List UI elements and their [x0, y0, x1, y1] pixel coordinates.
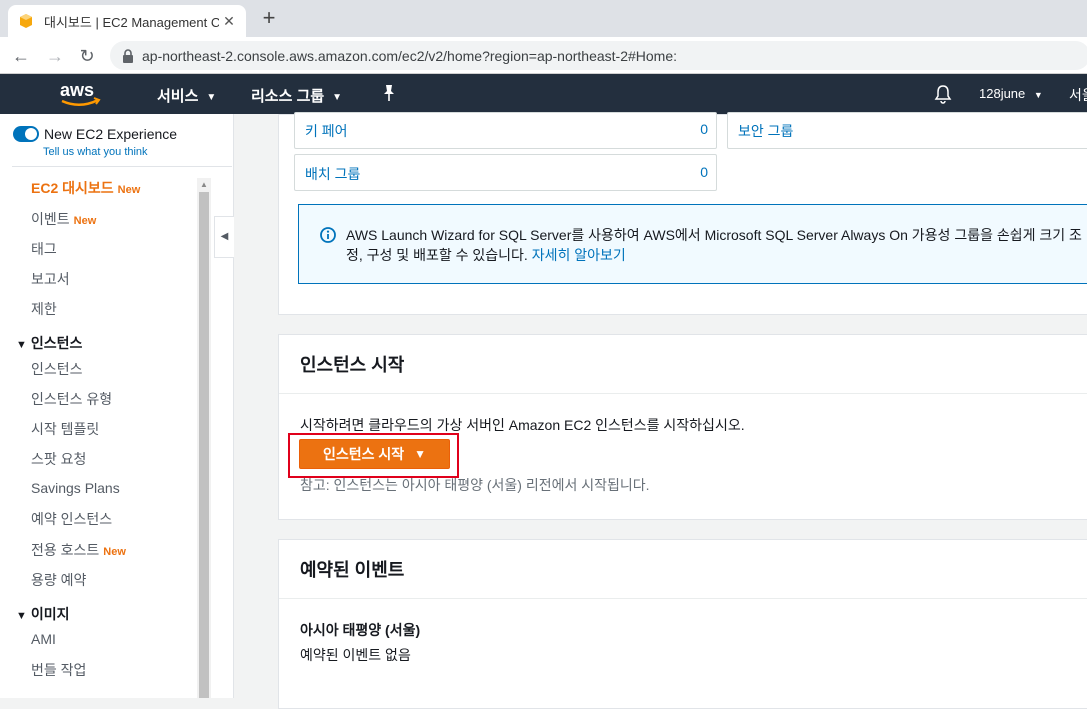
sidebar-item-launch-templates[interactable]: 시작 템플릿 — [31, 419, 99, 439]
sidebar-divider — [12, 166, 232, 167]
launch-description: 시작하려면 클라우드의 가상 서버인 Amazon EC2 인스턴스를 시작하십… — [300, 417, 745, 433]
chevron-down-icon: ▼ — [332, 91, 343, 103]
resource-count: 0 — [700, 121, 708, 137]
info-line-1: AWS Launch Wizard for SQL Server를 사용하여 A… — [346, 227, 1082, 243]
sidebar-item-savings-plans[interactable]: Savings Plans — [31, 480, 120, 496]
resource-security-groups[interactable]: 보안 그룹 — [727, 112, 1087, 149]
services-label: 서비스 — [157, 88, 199, 105]
info-icon — [320, 227, 336, 243]
sidebar-scrollbar[interactable]: ▲ — [197, 178, 211, 698]
new-experience-toggle-row[interactable]: New EC2 Experience — [13, 126, 177, 142]
aws-top-nav: aws 서비스 ▼ 리소스 그룹 ▼ 128june ▼ 서울 — [0, 74, 1087, 114]
browser-tabstrip: 대시보드 | EC2 Management Co ✕ + — [0, 0, 1087, 37]
sidebar-item-dashboard[interactable]: EC2 대시보드 New — [31, 178, 140, 198]
section-title: 이미지 — [30, 606, 70, 622]
no-events-text: 예약된 이벤트 없음 — [300, 647, 411, 663]
bell-icon[interactable] — [934, 84, 952, 104]
sidebar-item-tags[interactable]: 태그 — [31, 239, 57, 259]
region-menu[interactable]: 서울 — [1069, 85, 1087, 105]
chevron-down-icon: ▼ — [1033, 90, 1043, 100]
resource-label: 배치 그룹 — [305, 166, 361, 182]
new-badge: New — [73, 215, 97, 227]
pin-icon[interactable] — [381, 84, 397, 102]
collapse-sidebar-button[interactable]: ◀ — [214, 216, 234, 258]
resource-count: 0 — [700, 164, 708, 180]
resource-label: 키 페어 — [305, 123, 348, 139]
lock-icon — [123, 48, 133, 63]
sidebar-item-label: 전용 호스트 — [31, 542, 100, 558]
svg-text:aws: aws — [60, 80, 94, 100]
reload-icon[interactable]: ↻ — [76, 45, 98, 67]
new-badge: New — [103, 546, 126, 558]
caret-down-icon: ▼ — [414, 447, 427, 461]
account-menu[interactable]: 128june ▼ — [979, 86, 1043, 101]
close-tab-icon[interactable]: ✕ — [220, 12, 238, 30]
caret-down-icon: ▼ — [16, 339, 27, 351]
launch-note: 참고: 인스턴스는 아시아 태평양 (서울) 리전에서 시작됩니다. — [300, 477, 650, 493]
sidebar-item-capacity-reservations[interactable]: 용량 예약 — [31, 570, 86, 590]
sidebar-item-spot-requests[interactable]: 스팟 요청 — [31, 449, 86, 469]
sidebar-item-limits[interactable]: 제한 — [31, 299, 57, 319]
feedback-link[interactable]: Tell us what you think — [43, 146, 148, 158]
address-bar[interactable]: ap-northeast-2.console.aws.amazon.com/ec… — [110, 41, 1087, 70]
chevron-down-icon: ▼ — [206, 91, 217, 103]
resource-label: 보안 그룹 — [738, 123, 794, 139]
launch-button-label: 인스턴스 시작 — [322, 446, 405, 462]
launch-card-title: 인스턴스 시작 — [300, 355, 405, 375]
info-banner-text: AWS Launch Wizard for SQL Server를 사용하여 A… — [346, 225, 1087, 265]
learn-more-link[interactable]: 자세히 알아보기 — [532, 247, 626, 263]
sidebar-item-ami[interactable]: AMI — [31, 631, 56, 647]
resource-key-pairs[interactable]: 키 페어 0 — [294, 112, 717, 149]
resource-placement-groups[interactable]: 배치 그룹 0 — [294, 154, 717, 191]
info-banner: AWS Launch Wizard for SQL Server를 사용하여 A… — [298, 204, 1087, 284]
chevron-left-icon: ◀ — [220, 231, 229, 242]
aws-logo-icon[interactable]: aws — [58, 78, 104, 110]
account-label: 128june — [979, 86, 1026, 101]
tab-title: 대시보드 | EC2 Management Co — [44, 14, 219, 30]
info-line-2: 정, 구성 및 배포할 수 있습니다. — [346, 247, 532, 263]
new-tab-button[interactable]: + — [258, 7, 280, 29]
browser-toolbar: ← → ↻ ap-northeast-2.console.aws.amazon.… — [0, 37, 1087, 74]
sidebar-section-instances[interactable]: ▼ 인스턴스 — [16, 333, 82, 353]
sidebar-item-instances[interactable]: 인스턴스 — [31, 359, 83, 379]
sidebar: New EC2 Experience Tell us what you thin… — [0, 114, 234, 698]
back-icon[interactable]: ← — [10, 45, 32, 67]
sidebar-item-reports[interactable]: 보고서 — [31, 269, 70, 289]
sidebar-item-label: EC2 대시보드 — [31, 180, 114, 196]
sidebar-item-dedicated-hosts[interactable]: 전용 호스트 New — [31, 540, 126, 560]
card-divider — [279, 393, 1087, 394]
sidebar-section-images[interactable]: ▼ 이미지 — [16, 604, 70, 624]
events-card-title: 예약된 이벤트 — [300, 560, 405, 580]
new-experience-toggle[interactable] — [13, 126, 39, 142]
aws-favicon-icon — [20, 14, 32, 28]
section-title: 인스턴스 — [30, 335, 83, 351]
launch-instance-button[interactable]: 인스턴스 시작 ▼ — [299, 439, 450, 469]
sidebar-item-reserved-instances[interactable]: 예약 인스턴스 — [31, 509, 112, 529]
resource-groups-menu[interactable]: 리소스 그룹 ▼ — [251, 85, 342, 106]
forward-icon[interactable]: → — [44, 45, 66, 67]
events-region: 아시아 태평양 (서울) — [300, 622, 421, 638]
services-menu[interactable]: 서비스 ▼ — [157, 85, 216, 106]
scrollbar-thumb[interactable] — [199, 192, 209, 698]
browser-tab[interactable]: 대시보드 | EC2 Management Co ✕ — [8, 5, 246, 37]
new-badge: New — [117, 184, 141, 196]
sidebar-item-label: 이벤트 — [31, 211, 70, 227]
sidebar-item-bundle-tasks[interactable]: 번들 작업 — [31, 660, 86, 680]
url-text: ap-northeast-2.console.aws.amazon.com/ec… — [142, 47, 678, 64]
card-divider — [279, 598, 1087, 599]
new-experience-label: New EC2 Experience — [44, 126, 178, 142]
scroll-up-icon[interactable]: ▲ — [197, 178, 211, 192]
caret-down-icon: ▼ — [16, 610, 27, 622]
sidebar-item-instance-types[interactable]: 인스턴스 유형 — [31, 389, 112, 409]
resource-groups-label: 리소스 그룹 — [251, 88, 325, 105]
sidebar-item-events[interactable]: 이벤트 New — [31, 209, 96, 229]
